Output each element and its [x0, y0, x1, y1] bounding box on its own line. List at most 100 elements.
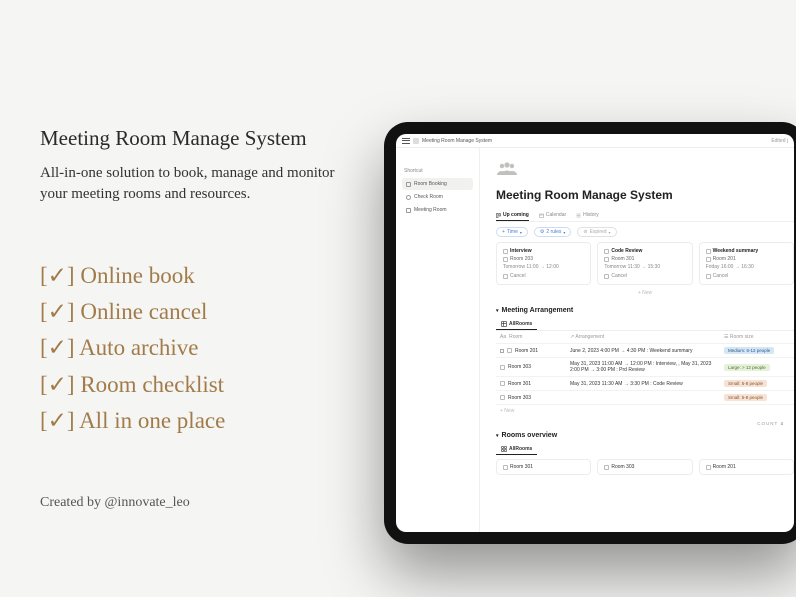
page-icon — [413, 138, 419, 144]
credit-line: Created by @innovate_leo — [40, 495, 190, 511]
doc-icon — [604, 249, 609, 254]
tab-history[interactable]: History — [576, 212, 599, 218]
board-icon — [496, 213, 501, 218]
open-icon — [500, 349, 504, 353]
table-row[interactable]: Room 303 May 31, 2023 11:00 AM → 12:00 P… — [496, 357, 794, 376]
sidebar-item-meeting-room[interactable]: Meeting Room — [402, 204, 473, 216]
doc-icon — [500, 365, 505, 370]
sidebar-item-label: Check Room — [414, 194, 443, 200]
app-screen: Meeting Room Manage System Edited j Shor… — [396, 134, 794, 532]
menu-icon[interactable] — [402, 138, 410, 144]
room-card[interactable]: Room 201 — [699, 459, 794, 475]
card-room: Room 301 — [611, 256, 634, 262]
checkbox[interactable] — [706, 274, 711, 279]
section-heading[interactable]: ▾Meeting Arrangement — [496, 307, 794, 314]
doc-icon — [706, 249, 711, 254]
table-row[interactable]: Room 301 May 31, 2023 11:30 AM → 3:30 PM… — [496, 376, 794, 390]
room-icon — [503, 257, 508, 262]
tab-label: Calendar — [546, 212, 566, 218]
chevron-down-icon: ▾ — [520, 230, 522, 235]
feature-item: [✓] Room checklist — [40, 369, 350, 401]
section-tab-allrooms[interactable]: AllRooms — [496, 319, 537, 330]
room-card[interactable]: Room 301 — [496, 459, 591, 475]
sidebar-item-label: Meeting Room — [414, 207, 447, 213]
sidebar-item-check-room[interactable]: Check Room — [402, 191, 473, 203]
arrangement-table: Aa Room ↗ Arrangement ☰ Room size Room 2… — [496, 330, 794, 417]
meeting-card[interactable]: Weekend summary Room 201 Friday 16:00 → … — [699, 242, 794, 285]
filter-expired[interactable]: ⊘ Expired ▾ — [577, 227, 616, 237]
card-time: Friday 16:00 → 16:30 — [706, 264, 787, 270]
feature-item: [✓] Auto archive — [40, 332, 350, 364]
filter-time[interactable]: + Time ▾ — [496, 227, 528, 237]
doc-icon — [500, 395, 505, 400]
chevron-down-icon: ▾ — [609, 230, 611, 235]
feature-item: [✓] Online cancel — [40, 296, 350, 328]
filter-rules[interactable]: ⚙ 2 rules ▾ — [534, 227, 572, 237]
sidebar: Shortcut Room Booking Check Room Meeting… — [396, 148, 480, 532]
upcoming-cards: Interview Room 203 Tomorrow 11:00 → 12:0… — [496, 242, 794, 285]
size-badge: Small: 5-8 people — [724, 394, 767, 401]
circle-icon — [406, 195, 411, 200]
column-header-room[interactable]: Aa Room — [496, 331, 566, 343]
room-icon — [706, 257, 711, 262]
meeting-card[interactable]: Interview Room 203 Tomorrow 11:00 → 12:0… — [496, 242, 591, 285]
size-badge: Small: 5-8 people — [724, 380, 767, 387]
tab-upcoming[interactable]: Up coming — [496, 212, 529, 221]
tab-label: History — [583, 212, 599, 218]
cancel-label: Cancel — [713, 273, 729, 279]
list-icon — [576, 213, 581, 218]
tablet-frame: Meeting Room Manage System Edited j Shor… — [384, 122, 796, 544]
table-row[interactable]: Room 201 June 2, 2023 4:00 PM → 4:30 PM … — [496, 343, 794, 357]
sidebar-item-room-booking[interactable]: Room Booking — [402, 178, 473, 190]
size-badge: Large: > 12 people — [724, 364, 770, 371]
card-title: Weekend summary — [713, 248, 758, 254]
page-title: Meeting Room Manage System — [40, 126, 350, 151]
card-title: Interview — [510, 248, 532, 254]
main-title: Meeting Room Manage System — [496, 188, 794, 202]
section-arrangement: ▾Meeting Arrangement AllRooms Aa Room ↗ … — [496, 307, 794, 426]
app-topbar: Meeting Room Manage System Edited j — [396, 134, 794, 148]
card-time: Tomorrow 11:00 → 12:00 — [503, 264, 584, 270]
section-tab-allrooms[interactable]: AllRooms — [496, 444, 537, 455]
meeting-card[interactable]: Code Review Room 301 Tomorrow 11:30 → 15… — [597, 242, 692, 285]
chevron-down-icon: ▾ — [563, 230, 565, 235]
doc-icon — [706, 465, 711, 470]
add-new-row[interactable]: + New — [496, 404, 794, 417]
doc-icon — [406, 208, 411, 213]
card-room: Room 203 — [510, 256, 533, 262]
feature-item: [✓] All in one place — [40, 405, 350, 437]
doc-icon — [604, 465, 609, 470]
table-icon — [501, 321, 507, 327]
column-header-arrangement[interactable]: ↗ Arrangement — [566, 331, 720, 343]
card-time: Tomorrow 11:30 → 15:30 — [604, 264, 685, 270]
checkbox[interactable] — [604, 274, 609, 279]
doc-icon — [500, 381, 505, 386]
page-subtitle: All-in-one solution to book, manage and … — [40, 163, 350, 205]
filter-bar: + Time ▾ ⚙ 2 rules ▾ ⊘ Expired ▾ — [496, 222, 794, 242]
tab-calendar[interactable]: Calendar — [539, 212, 566, 218]
room-card[interactable]: Room 303 — [597, 459, 692, 475]
breadcrumb[interactable]: Meeting Room Manage System — [422, 138, 492, 144]
add-new-button[interactable]: + New — [496, 285, 794, 301]
doc-icon — [503, 249, 508, 254]
view-tabs: Up coming Calendar History — [496, 212, 794, 222]
section-heading[interactable]: ▾Rooms overview — [496, 432, 794, 439]
doc-icon — [503, 465, 508, 470]
column-header-size[interactable]: ☰ Room size — [720, 331, 794, 343]
triangle-down-icon: ▾ — [496, 433, 499, 439]
cancel-label: Cancel — [611, 273, 627, 279]
size-badge: Medium: 6-12 people — [724, 347, 774, 354]
checkbox[interactable] — [503, 274, 508, 279]
calendar-icon — [539, 213, 544, 218]
section-overview: ▾Rooms overview AllRooms Room 301 Room 3… — [496, 432, 794, 475]
triangle-down-icon: ▾ — [496, 308, 499, 314]
cancel-label: Cancel — [510, 273, 526, 279]
doc-icon — [507, 348, 512, 353]
card-title: Code Review — [611, 248, 642, 254]
room-icon — [604, 257, 609, 262]
marketing-panel: Meeting Room Manage System All-in-one so… — [40, 126, 350, 441]
topbar-status: Edited j — [771, 138, 788, 144]
overview-cards: Room 301 Room 303 Room 201 — [496, 459, 794, 475]
table-row[interactable]: Room 303 Small: 5-8 people — [496, 390, 794, 404]
sidebar-section-label: Shortcut — [402, 168, 473, 174]
